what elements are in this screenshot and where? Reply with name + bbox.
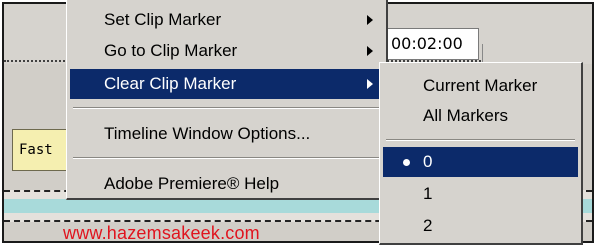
radio-bullet-icon: [403, 159, 410, 166]
menu-item-timeline-window-options[interactable]: Timeline Window Options...: [70, 119, 383, 149]
menu-item-label: Go to Clip Marker: [104, 41, 238, 60]
menu-item-set-clip-marker[interactable]: Set Clip Marker: [70, 5, 383, 35]
submenu-item-marker-2[interactable]: 2: [383, 211, 578, 241]
submenu-item-marker-0[interactable]: 0: [383, 147, 578, 177]
submenu-arrow-icon: [367, 15, 373, 25]
watermark: www.hazemsakeek.com: [63, 223, 260, 243]
submenu-item-marker-1[interactable]: 1: [383, 179, 578, 209]
ruler-strip: [482, 44, 592, 62]
menu-separator: [73, 157, 380, 159]
menu-item-label: Timeline Window Options...: [104, 124, 311, 143]
menu-separator: [73, 107, 380, 109]
menu-item-clear-clip-marker[interactable]: Clear Clip Marker: [70, 69, 383, 99]
submenu-item-label: 0: [423, 152, 433, 171]
submenu-item-all-markers[interactable]: All Markers: [383, 101, 578, 131]
menu-item-label: Adobe Premiere® Help: [104, 174, 280, 193]
submenu-arrow-icon: [367, 79, 373, 89]
timecode-display: 00:02:00: [387, 28, 479, 60]
submenu-item-current-marker[interactable]: Current Marker: [383, 71, 578, 101]
context-menu: Set Clip Marker Go to Clip Marker Clear …: [66, 0, 388, 200]
menu-item-premiere-help[interactable]: Adobe Premiere® Help: [70, 169, 383, 199]
submenu-item-label: Current Marker: [423, 76, 538, 95]
menu-item-label: Set Clip Marker: [104, 10, 222, 29]
submenu-item-label: 1: [423, 184, 433, 203]
submenu-item-label: 2: [423, 216, 433, 235]
menu-item-go-to-clip-marker[interactable]: Go to Clip Marker: [70, 36, 383, 66]
menu-separator: [386, 139, 575, 141]
submenu-arrow-icon: [367, 46, 373, 56]
clear-marker-submenu: Current Marker All Markers 0 1 2: [379, 62, 583, 245]
menu-item-label: Clear Clip Marker: [104, 74, 237, 93]
submenu-item-label: All Markers: [423, 106, 509, 125]
